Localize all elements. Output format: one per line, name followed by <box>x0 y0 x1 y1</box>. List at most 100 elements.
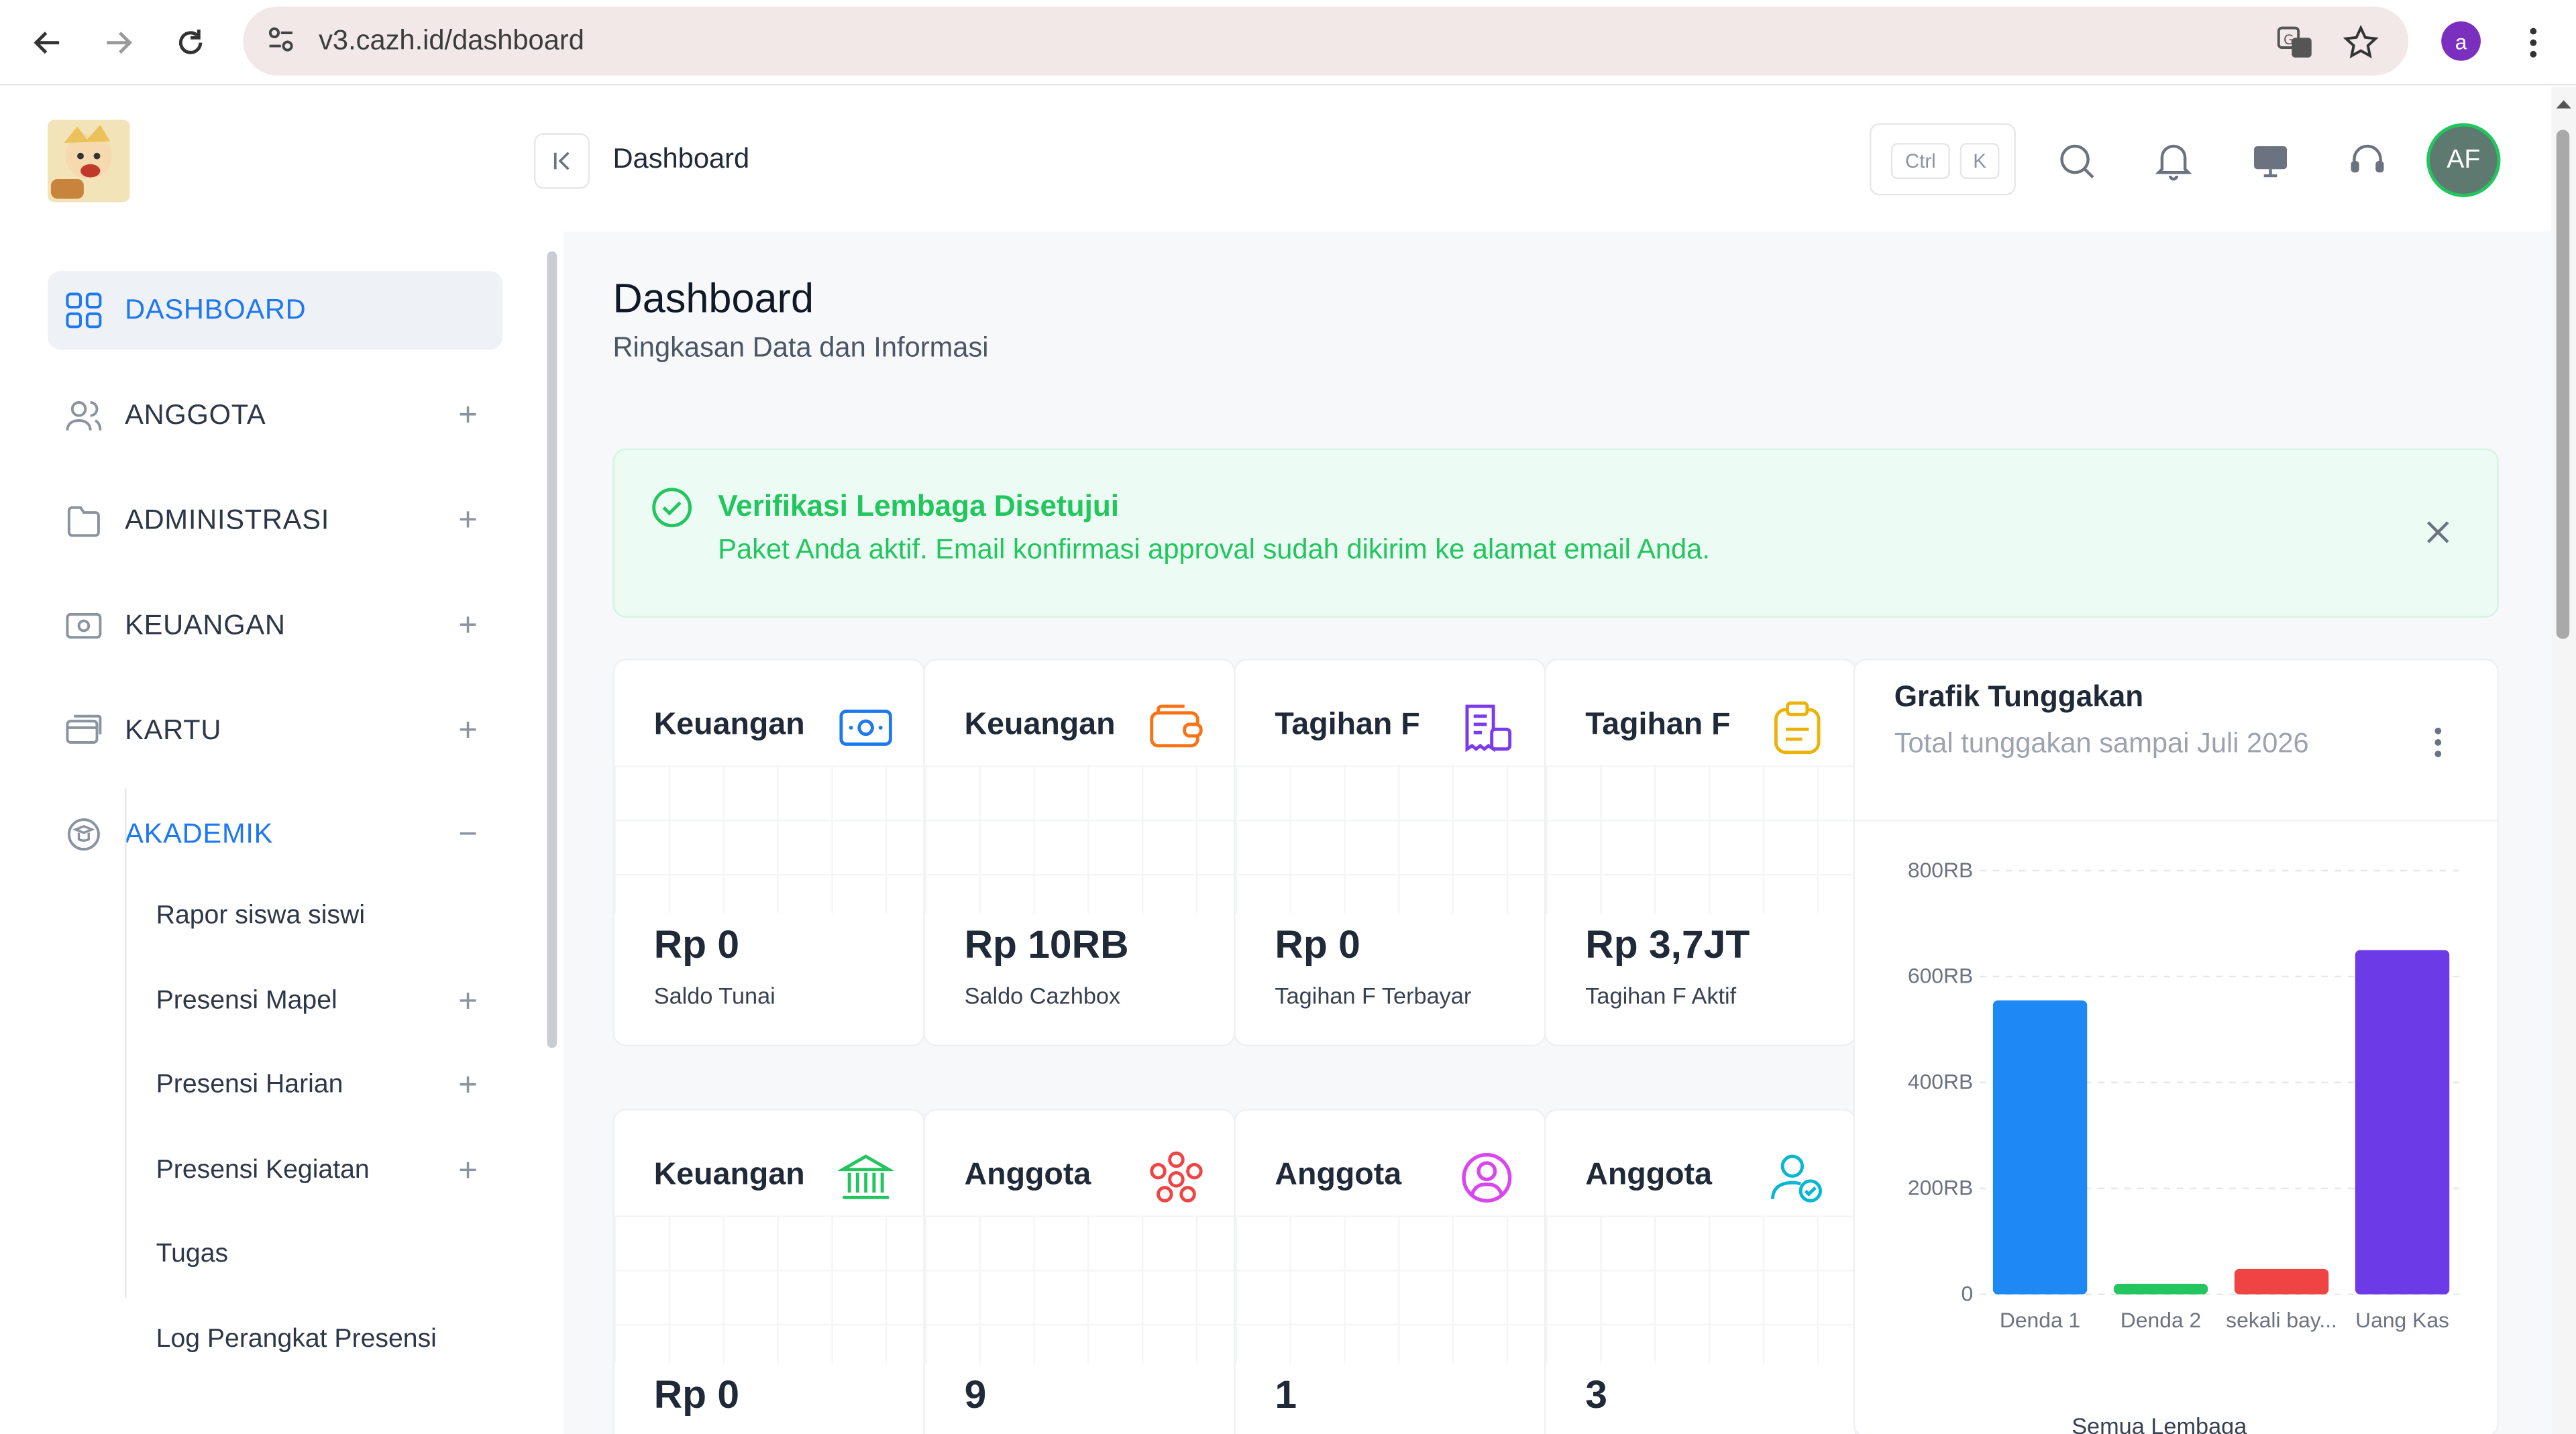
card-title: Keuangan <box>653 708 805 742</box>
x-tick-label: Denda 1 <box>2000 1308 2080 1332</box>
stat-card-keuangan-bank[interactable]: Keuangan Rp 0 <box>612 1109 925 1434</box>
back-icon[interactable] <box>21 16 74 68</box>
user-circle-icon <box>1459 1150 1515 1205</box>
stat-card-saldo-tunai[interactable]: Keuangan Rp 0 Saldo Tunai <box>612 659 925 1047</box>
stat-card-tagihan-terbayar[interactable]: Tagihan F Rp 0 Tagihan F Terbayar <box>1234 659 1546 1047</box>
card-title: Tagihan F <box>1275 708 1420 742</box>
y-tick-label: 600RB <box>1908 964 1973 988</box>
expand-plus-icon[interactable]: + <box>458 712 478 750</box>
academic-icon <box>64 815 104 854</box>
sidebar-item-keuangan[interactable]: KEUANGAN + <box>48 586 502 665</box>
card-label: Saldo Tunai <box>653 982 775 1009</box>
scrollbar-thumb[interactable] <box>2556 129 2570 639</box>
sidebar-item-kartu[interactable]: KARTU + <box>48 692 502 771</box>
sidebar-item-label: KEUANGAN <box>125 609 286 641</box>
bell-icon[interactable] <box>2152 140 2195 182</box>
forward-icon[interactable] <box>92 16 144 68</box>
sidebar-item-dashboard[interactable]: DASHBOARD <box>48 271 503 350</box>
monitor-icon[interactable] <box>2249 140 2292 182</box>
card-title: Anggota <box>1585 1158 1712 1193</box>
sidebar-item-akademik[interactable]: AKADEMIK − <box>48 795 502 874</box>
expand-plus-icon[interactable]: + <box>458 1068 478 1105</box>
page-scrollbar[interactable] <box>2551 87 2576 1434</box>
bar-chart: 0 200RB 400RB 600RB 800RB Denda 1 Denda 2 sekal… <box>1908 858 2463 1332</box>
card-label: Tagihan F Terbayar <box>1275 982 1472 1009</box>
card-value: Rp 0 <box>653 923 740 968</box>
chart-subtitle: Total tunggakan sampai Juli 2026 <box>1894 727 2309 759</box>
collapse-minus-icon[interactable]: − <box>458 816 478 853</box>
user-avatar[interactable]: AF <box>2426 123 2501 197</box>
sidebar-scrollbar[interactable] <box>547 251 557 1048</box>
url-text[interactable]: v3.cazh.id/dashboard <box>319 25 584 58</box>
sidebar-item-label: ANGGOTA <box>125 399 266 431</box>
page-subtitle: Ringkasan Data dan Informasi <box>612 331 989 364</box>
group-icon <box>1148 1150 1204 1205</box>
submenu-item-log-perangkat[interactable]: Log Perangkat Presensi <box>156 1325 437 1355</box>
user-check-icon <box>1770 1150 1825 1205</box>
stat-card-saldo-cazhbox[interactable]: Keuangan Rp 10RB Saldo Cazhbox <box>923 659 1236 1047</box>
search-shortcut-button[interactable]: Ctrl K <box>1869 123 2016 196</box>
card-title: Keuangan <box>964 708 1116 742</box>
collapse-sidebar-button[interactable] <box>533 133 590 189</box>
y-tick-label: 400RB <box>1908 1070 1973 1094</box>
bar <box>2355 950 2450 1294</box>
submenu-item-presensi-mapel[interactable]: Presensi Mapel <box>156 987 337 1017</box>
grid-icon <box>64 290 104 330</box>
bar <box>2234 1268 2329 1294</box>
address-bar[interactable]: v3.cazh.id/dashboard <box>243 6 2409 76</box>
app-logo[interactable] <box>48 119 130 203</box>
divider <box>1854 820 2498 822</box>
y-tick-label: 800RB <box>1908 858 1973 882</box>
card-pattern <box>1546 1215 1855 1364</box>
submenu-item-presensi-kegiatan[interactable]: Presensi Kegiatan <box>156 1156 370 1186</box>
stat-card-anggota-verified[interactable]: Anggota 3 <box>1544 1109 1857 1434</box>
expand-plus-icon[interactable]: + <box>458 607 478 645</box>
bookmark-star-icon[interactable] <box>2334 16 2387 68</box>
chart-card: Grafik Tunggakan Total tunggakan sampai … <box>1853 659 2499 1434</box>
chart-filter-label[interactable]: Semua Lembaga <box>2072 1413 2247 1434</box>
collapse-left-icon <box>553 152 570 170</box>
bank-icon <box>837 1150 896 1205</box>
translate-icon[interactable]: G <box>2269 16 2321 68</box>
users-icon <box>64 396 104 435</box>
money-icon <box>64 606 104 646</box>
headset-icon[interactable] <box>2346 140 2389 182</box>
stat-card-tagihan-aktif[interactable]: Tagihan F Rp 3,7JT Tagihan F Aktif <box>1544 659 1857 1047</box>
expand-plus-icon[interactable]: + <box>458 502 478 539</box>
sidebar-item-label: ADMINISTRASI <box>125 504 330 536</box>
close-icon[interactable] <box>2422 516 2455 557</box>
search-icon[interactable] <box>2055 140 2098 182</box>
card-title: Tagihan F <box>1585 708 1731 742</box>
expand-plus-icon[interactable]: + <box>458 396 478 434</box>
scroll-up-icon <box>2556 100 2571 109</box>
page-title: Dashboard <box>612 276 814 323</box>
invoice-icon <box>1459 700 1515 755</box>
card-title: Keuangan <box>653 1158 805 1193</box>
card-pattern <box>1235 1215 1545 1364</box>
submenu-item-tugas[interactable]: Tugas <box>156 1240 228 1270</box>
check-circle-icon <box>651 486 694 537</box>
card-value: Rp 0 <box>1275 923 1360 968</box>
sidebar-item-anggota[interactable]: ANGGOTA + <box>48 376 502 455</box>
expand-plus-icon[interactable]: + <box>458 1153 478 1191</box>
sidebar-item-administrasi[interactable]: ADMINISTRASI + <box>48 482 502 561</box>
submenu-item-presensi-harian[interactable]: Presensi Harian <box>156 1071 343 1101</box>
kbd-ctrl: Ctrl <box>1890 143 1950 179</box>
reload-icon[interactable] <box>164 16 217 68</box>
profile-avatar[interactable]: a <box>2441 21 2481 61</box>
x-tick-label: Uang Kas <box>2355 1308 2449 1332</box>
site-settings-icon[interactable] <box>266 25 296 62</box>
stat-card-anggota-user[interactable]: Anggota 1 <box>1234 1109 1546 1434</box>
menu-kebab-icon[interactable] <box>2507 16 2559 68</box>
card-pattern <box>614 1215 924 1364</box>
card-value: Rp 10RB <box>964 923 1129 968</box>
success-alert: Verifikasi Lembaga Disetujui Paket Anda … <box>612 448 2499 618</box>
alert-title: Verifikasi Lembaga Disetujui <box>718 489 1119 522</box>
submenu-item-rapor[interactable]: Rapor siswa siswi <box>156 902 365 932</box>
expand-plus-icon[interactable]: + <box>458 984 478 1022</box>
y-tick-label: 0 <box>1962 1282 1974 1306</box>
card-pattern <box>924 765 1234 914</box>
stat-card-anggota-group[interactable]: Anggota 9 <box>923 1109 1236 1434</box>
card-value: Rp 3,7JT <box>1585 923 1750 968</box>
more-vertical-icon[interactable] <box>2433 726 2443 767</box>
